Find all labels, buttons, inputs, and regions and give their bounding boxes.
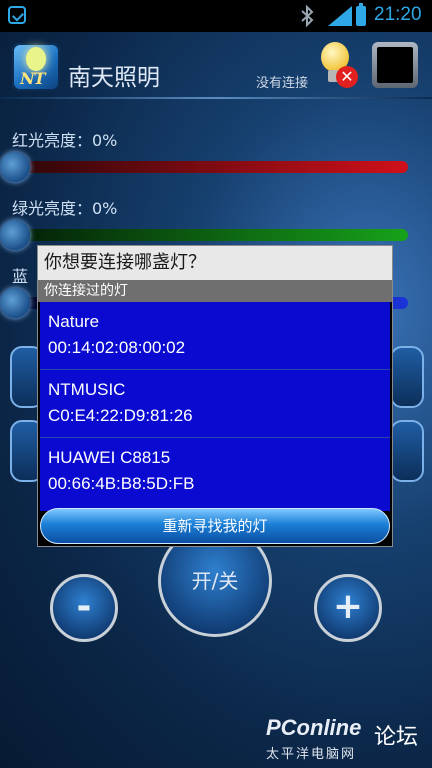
- red-slider-track[interactable]: [10, 161, 408, 173]
- blue-slider-knob[interactable]: [0, 288, 30, 318]
- status-time: 21:20: [374, 4, 422, 25]
- close-icon: ✕: [336, 66, 358, 88]
- device-name: HUAWEI C8815: [48, 448, 171, 467]
- bluetooth-icon: [301, 5, 314, 27]
- device-name: Nature: [48, 312, 100, 331]
- red-brightness-label: 红光亮度：0%: [12, 131, 118, 150]
- side-button-right-2[interactable]: [390, 420, 424, 482]
- stop-button[interactable]: [372, 42, 418, 88]
- battery-icon: [356, 3, 366, 26]
- device-item[interactable]: HUAWEI C8815 00:66:4B:B8:5D:FB: [40, 438, 390, 506]
- device-address: 00:14:02:08:00:02: [48, 338, 186, 357]
- signal-icon: [328, 6, 352, 26]
- bulb-disconnected-icon[interactable]: ✕: [318, 40, 358, 90]
- blue-brightness-label: 蓝: [12, 267, 29, 286]
- app-title: 南天照明: [68, 65, 160, 91]
- decrease-button[interactable]: -: [50, 574, 118, 642]
- status-bar: 21:20: [0, 0, 432, 32]
- device-address: 00:66:4B:B8:5D:FB: [48, 474, 195, 493]
- device-item[interactable]: NTMUSIC C0:E4:22:D9:81:26: [40, 370, 390, 438]
- app-logo: NT: [12, 43, 60, 91]
- header-divider: [0, 97, 432, 99]
- watermark-sub: 太平洋电脑网: [266, 747, 357, 762]
- watermark-forum: 论坛: [374, 725, 419, 750]
- red-slider-knob[interactable]: [0, 152, 30, 182]
- device-list: Nature 00:14:02:08:00:02 NTMUSIC C0:E4:2…: [40, 302, 390, 511]
- logo-bulb-icon: [26, 47, 46, 71]
- connect-dialog: 你想要连接哪盏灯？ 你连接过的灯 Nature 00:14:02:08:00:0…: [37, 245, 393, 547]
- device-item[interactable]: Nature 00:14:02:08:00:02: [40, 302, 390, 370]
- watermark: PConline 论坛 太平洋电脑网: [262, 715, 432, 768]
- watermark-brand: PConline: [266, 715, 362, 740]
- device-address: C0:E4:22:D9:81:26: [48, 406, 193, 425]
- device-name: NTMUSIC: [48, 380, 126, 399]
- connection-status: 没有连接: [256, 76, 309, 91]
- green-brightness-label: 绿光亮度：0%: [12, 199, 118, 218]
- rescan-lights-button[interactable]: 重新寻找我的灯: [40, 508, 390, 544]
- app-notification-icon: [8, 6, 26, 24]
- green-slider-track[interactable]: [10, 229, 408, 241]
- increase-button[interactable]: +: [314, 574, 382, 642]
- dialog-subtitle: 你连接过的灯: [38, 280, 392, 302]
- dialog-title: 你想要连接哪盏灯？: [38, 246, 392, 280]
- side-button-right-1[interactable]: [390, 346, 424, 408]
- logo-text: NT: [20, 69, 46, 88]
- green-slider-knob[interactable]: [0, 220, 30, 250]
